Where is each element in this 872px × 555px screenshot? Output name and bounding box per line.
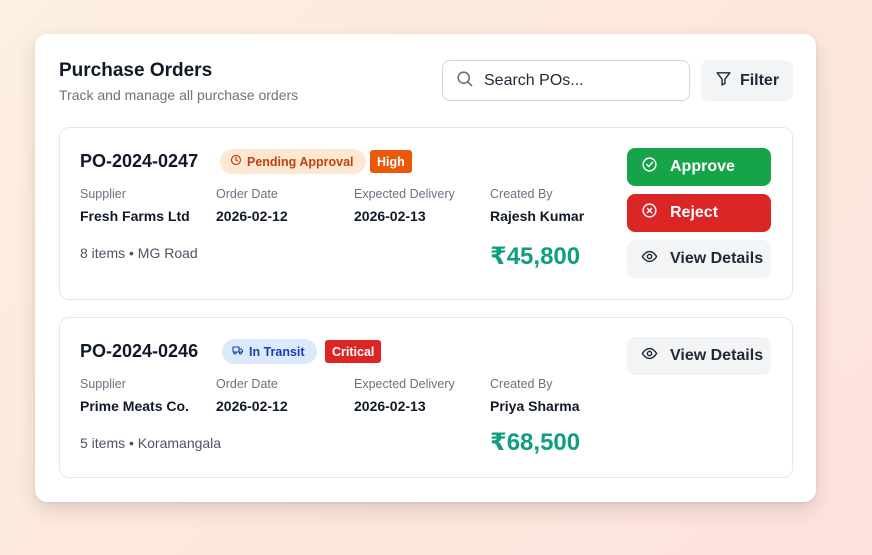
expected-delivery-label: Expected Delivery — [354, 187, 455, 201]
created-by-label: Created By — [490, 377, 553, 391]
order-date-value: 2026-02-12 — [216, 208, 288, 224]
supplier-label: Supplier — [80, 377, 126, 391]
search-icon — [455, 69, 474, 93]
x-circle-icon — [641, 202, 670, 224]
purchase-order-card: PO-2024-0246 In Transit Critical Supplie… — [59, 317, 793, 478]
filter-label: Filter — [739, 71, 780, 89]
po-number: PO-2024-0246 — [80, 341, 199, 361]
purchase-orders-panel: Purchase Orders Track and manage all pur… — [35, 34, 816, 502]
filter-button[interactable]: Filter — [701, 60, 793, 101]
reject-button[interactable]: Reject — [627, 194, 771, 232]
view-details-label: View Details — [670, 250, 764, 267]
supplier-value: Fresh Farms Ltd — [80, 208, 190, 224]
status-badge: In Transit — [222, 339, 317, 364]
order-date-label: Order Date — [216, 377, 278, 391]
status-label: In Transit — [249, 344, 305, 359]
created-by-label: Created By — [490, 187, 553, 201]
po-number: PO-2024-0247 — [80, 151, 199, 171]
eye-icon — [641, 248, 670, 270]
priority-badge: High — [370, 150, 412, 173]
order-amount: ₹45,800 — [490, 243, 581, 270]
eye-icon — [641, 345, 670, 367]
purchase-order-card: PO-2024-0247 Pending Approval High Suppl… — [59, 127, 793, 300]
check-circle-icon — [641, 156, 670, 178]
view-details-label: View Details — [670, 347, 764, 364]
order-amount: ₹68,500 — [490, 429, 581, 456]
order-meta: 8 items • MG Road — [80, 245, 198, 261]
supplier-label: Supplier — [80, 187, 126, 201]
page-title: Purchase Orders — [59, 60, 213, 81]
view-details-button[interactable]: View Details — [627, 337, 771, 375]
view-details-button[interactable]: View Details — [627, 240, 771, 278]
order-meta: 5 items • Koramangala — [80, 435, 222, 451]
clock-icon — [230, 154, 247, 169]
expected-delivery-value: 2026-02-13 — [354, 398, 426, 414]
truck-icon — [232, 344, 249, 359]
status-badge: Pending Approval — [220, 149, 366, 174]
filter-icon — [715, 70, 740, 92]
order-date-label: Order Date — [216, 187, 278, 201]
approve-label: Approve — [670, 158, 735, 175]
supplier-value: Prime Meats Co. — [80, 398, 189, 414]
expected-delivery-label: Expected Delivery — [354, 377, 455, 391]
expected-delivery-value: 2026-02-13 — [354, 208, 426, 224]
created-by-value: Priya Sharma — [490, 398, 580, 414]
search-input[interactable]: Search POs... — [442, 60, 690, 101]
approve-button[interactable]: Approve — [627, 148, 771, 186]
order-date-value: 2026-02-12 — [216, 398, 288, 414]
priority-badge: Critical — [325, 340, 382, 363]
page-subtitle: Track and manage all purchase orders — [59, 87, 299, 103]
status-label: Pending Approval — [247, 154, 354, 169]
created-by-value: Rajesh Kumar — [490, 208, 585, 224]
search-placeholder: Search POs... — [484, 71, 584, 89]
reject-label: Reject — [670, 204, 719, 221]
